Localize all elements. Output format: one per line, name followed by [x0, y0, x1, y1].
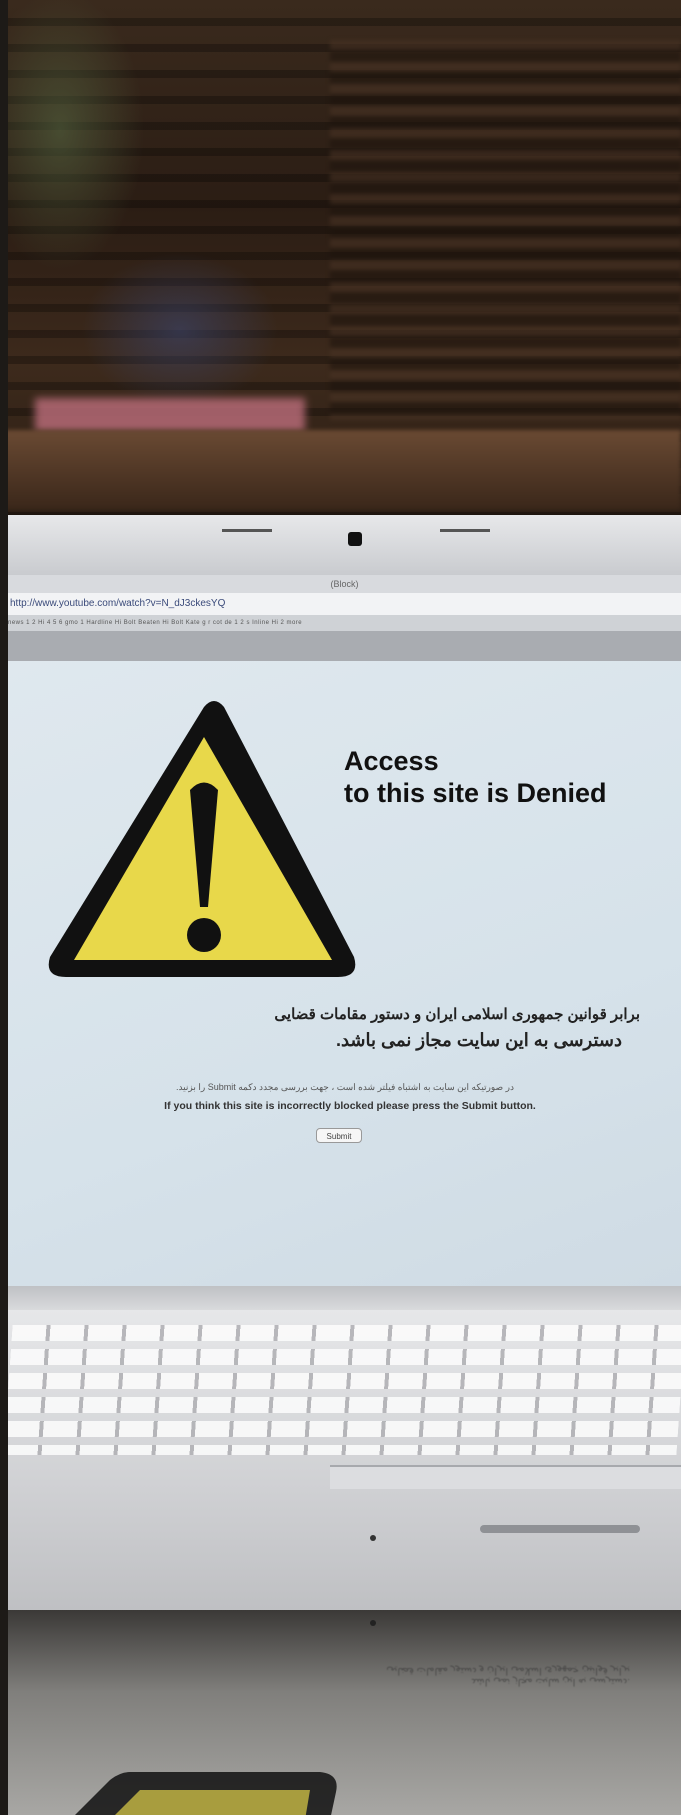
reflected-triangle-fill	[115, 1790, 310, 1815]
title-line-2: to this site is Denied	[344, 778, 607, 808]
photo-scene: (Block) news 1 2 Hi 4 5 6 gmo 1 Hardline…	[0, 0, 681, 1815]
background-shelf	[0, 430, 681, 510]
bezel-detail	[222, 529, 272, 532]
warning-triangle-icon	[48, 701, 356, 977]
reflected-led	[370, 1620, 376, 1626]
persian-notice-line-2: دسترسی به این سایت مجاز نمی باشد.	[335, 1030, 622, 1050]
reflected-text: دسترسی به این سایت مجاز نمی باشد. برابر …	[250, 1665, 630, 1687]
persian-submit-note: در صورتیکه این سایت به اشتباه فیلتر شده …	[175, 1082, 515, 1092]
submit-button[interactable]: Submit	[316, 1128, 362, 1143]
reflected-line-1: دسترسی به این سایت مجاز نمی باشد.	[471, 1676, 630, 1687]
laptop-top-bezel	[0, 515, 681, 575]
url-input[interactable]	[10, 596, 310, 610]
background-object	[35, 398, 305, 432]
window-title: (Block)	[8, 575, 681, 593]
address-bar[interactable]	[8, 593, 681, 616]
trackpad	[330, 1465, 681, 1489]
page-title: Access to this site is Denied	[344, 745, 607, 809]
frame-edge	[0, 0, 8, 1815]
title-line-1: Access	[344, 746, 439, 776]
status-led	[370, 1535, 376, 1541]
toolbar-strip	[8, 631, 681, 661]
reflected-line-2: برابر قوانین جمهوری اسلامی ایران و دستور…	[386, 1665, 630, 1676]
laptop-bottom-bezel	[8, 1286, 681, 1310]
exclamation-dot	[187, 918, 221, 952]
reflected-warning-icon	[75, 1772, 337, 1815]
window-blinds	[330, 40, 681, 420]
laptop-slot	[480, 1525, 640, 1533]
keyboard	[3, 1325, 681, 1455]
bezel-detail	[440, 529, 490, 532]
webcam	[348, 532, 362, 546]
persian-notice-line-1: برابر قوانین جمهوری اسلامی ایران و دستور…	[274, 1006, 640, 1023]
english-submit-note: If you think this site is incorrectly bl…	[164, 1100, 536, 1112]
bookmarks-bar[interactable]: news 1 2 Hi 4 5 6 gmo 1 Hardline Hi Bolt…	[8, 615, 681, 631]
